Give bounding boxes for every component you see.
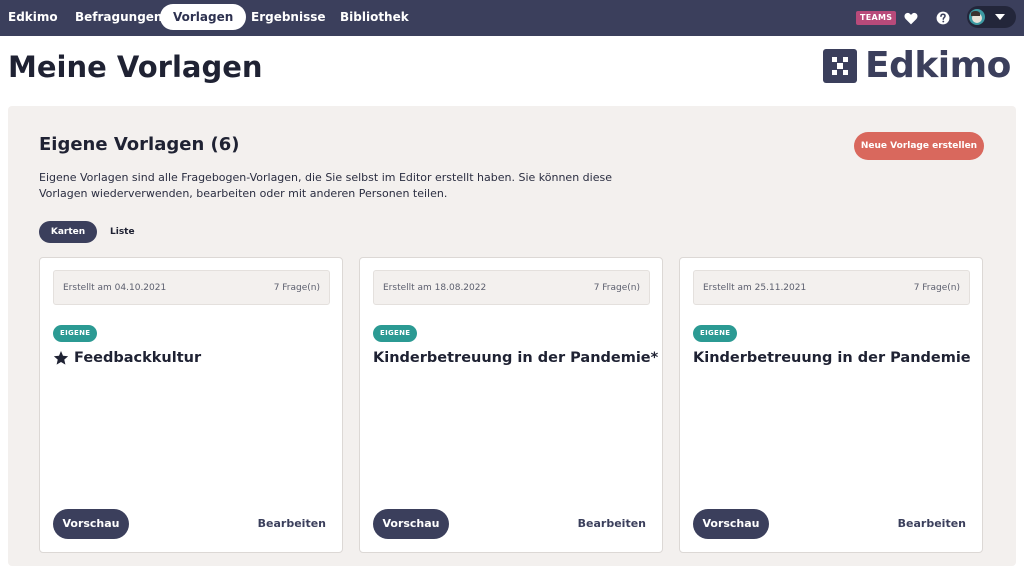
avatar	[969, 9, 985, 25]
created-date: Erstellt am 25.11.2021	[703, 283, 807, 293]
card-title[interactable]: Kinderbetreuung in der Pandemie	[693, 350, 971, 366]
template-card[interactable]: Erstellt am 25.11.2021 7 Frage(n) EIGENE…	[679, 257, 983, 553]
create-template-button[interactable]: Neue Vorlage erstellen	[854, 132, 984, 160]
card-title-text: Kinderbetreuung in der Pandemie	[693, 350, 971, 366]
card-title-text: Feedbackkultur	[74, 350, 202, 366]
section-title: Eigene Vorlagen (6)	[39, 134, 240, 155]
card-meta: Erstellt am 25.11.2021 7 Frage(n)	[693, 270, 970, 305]
question-count: 7 Frage(n)	[593, 283, 640, 293]
card-title[interactable]: Feedbackkultur	[53, 350, 201, 366]
nav-brand[interactable]: Edkimo	[8, 0, 58, 36]
card-meta: Erstellt am 18.08.2022 7 Frage(n)	[373, 270, 650, 305]
teams-badge[interactable]: TEAMS	[856, 11, 897, 25]
star-icon[interactable]	[53, 350, 69, 366]
owner-tag: EIGENE	[53, 325, 98, 342]
question-count: 7 Frage(n)	[913, 283, 960, 293]
created-date: Erstellt am 18.08.2022	[383, 283, 487, 293]
edit-button[interactable]: Bearbeiten	[578, 509, 646, 539]
view-toggle-cards[interactable]: Karten	[39, 221, 97, 243]
top-navigation: Edkimo Befragungen Vorlagen Ergebnisse B…	[0, 0, 1024, 36]
card-meta: Erstellt am 04.10.2021 7 Frage(n)	[53, 270, 330, 305]
nav-item-befragungen[interactable]: Befragungen	[75, 0, 162, 36]
preview-button[interactable]: Vorschau	[373, 509, 449, 539]
edit-button[interactable]: Bearbeiten	[258, 509, 326, 539]
template-card[interactable]: Erstellt am 18.08.2022 7 Frage(n) EIGENE…	[359, 257, 663, 553]
created-date: Erstellt am 04.10.2021	[63, 283, 167, 293]
templates-panel: Eigene Vorlagen (6) Neue Vorlage erstell…	[8, 106, 1016, 566]
card-title[interactable]: Kinderbetreuung in der Pandemie*	[373, 350, 658, 366]
nav-item-ergebnisse[interactable]: Ergebnisse	[251, 0, 326, 36]
edit-button[interactable]: Bearbeiten	[898, 509, 966, 539]
preview-button[interactable]: Vorschau	[693, 509, 769, 539]
owner-tag: EIGENE	[373, 325, 418, 342]
page-title: Meine Vorlagen	[8, 50, 263, 84]
logo-mark-icon	[823, 49, 857, 83]
section-description: Eigene Vorlagen sind alle Fragebogen-Vor…	[39, 171, 612, 200]
nav-item-bibliothek[interactable]: Bibliothek	[340, 0, 409, 36]
owner-tag: EIGENE	[693, 325, 738, 342]
logo-text: Edkimo	[865, 45, 1011, 86]
user-menu[interactable]	[967, 6, 1016, 28]
question-count: 7 Frage(n)	[273, 283, 320, 293]
card-title-text: Kinderbetreuung in der Pandemie*	[373, 350, 659, 366]
template-card[interactable]: Erstellt am 04.10.2021 7 Frage(n) EIGENE…	[39, 257, 343, 553]
view-toggle-list[interactable]: Liste	[110, 221, 135, 243]
chevron-down-icon	[995, 14, 1005, 20]
heart-icon[interactable]	[901, 8, 921, 28]
edkimo-logo: Edkimo	[823, 48, 1011, 84]
help-icon[interactable]	[933, 8, 953, 28]
nav-item-vorlagen[interactable]: Vorlagen	[160, 4, 247, 30]
preview-button[interactable]: Vorschau	[53, 509, 129, 539]
